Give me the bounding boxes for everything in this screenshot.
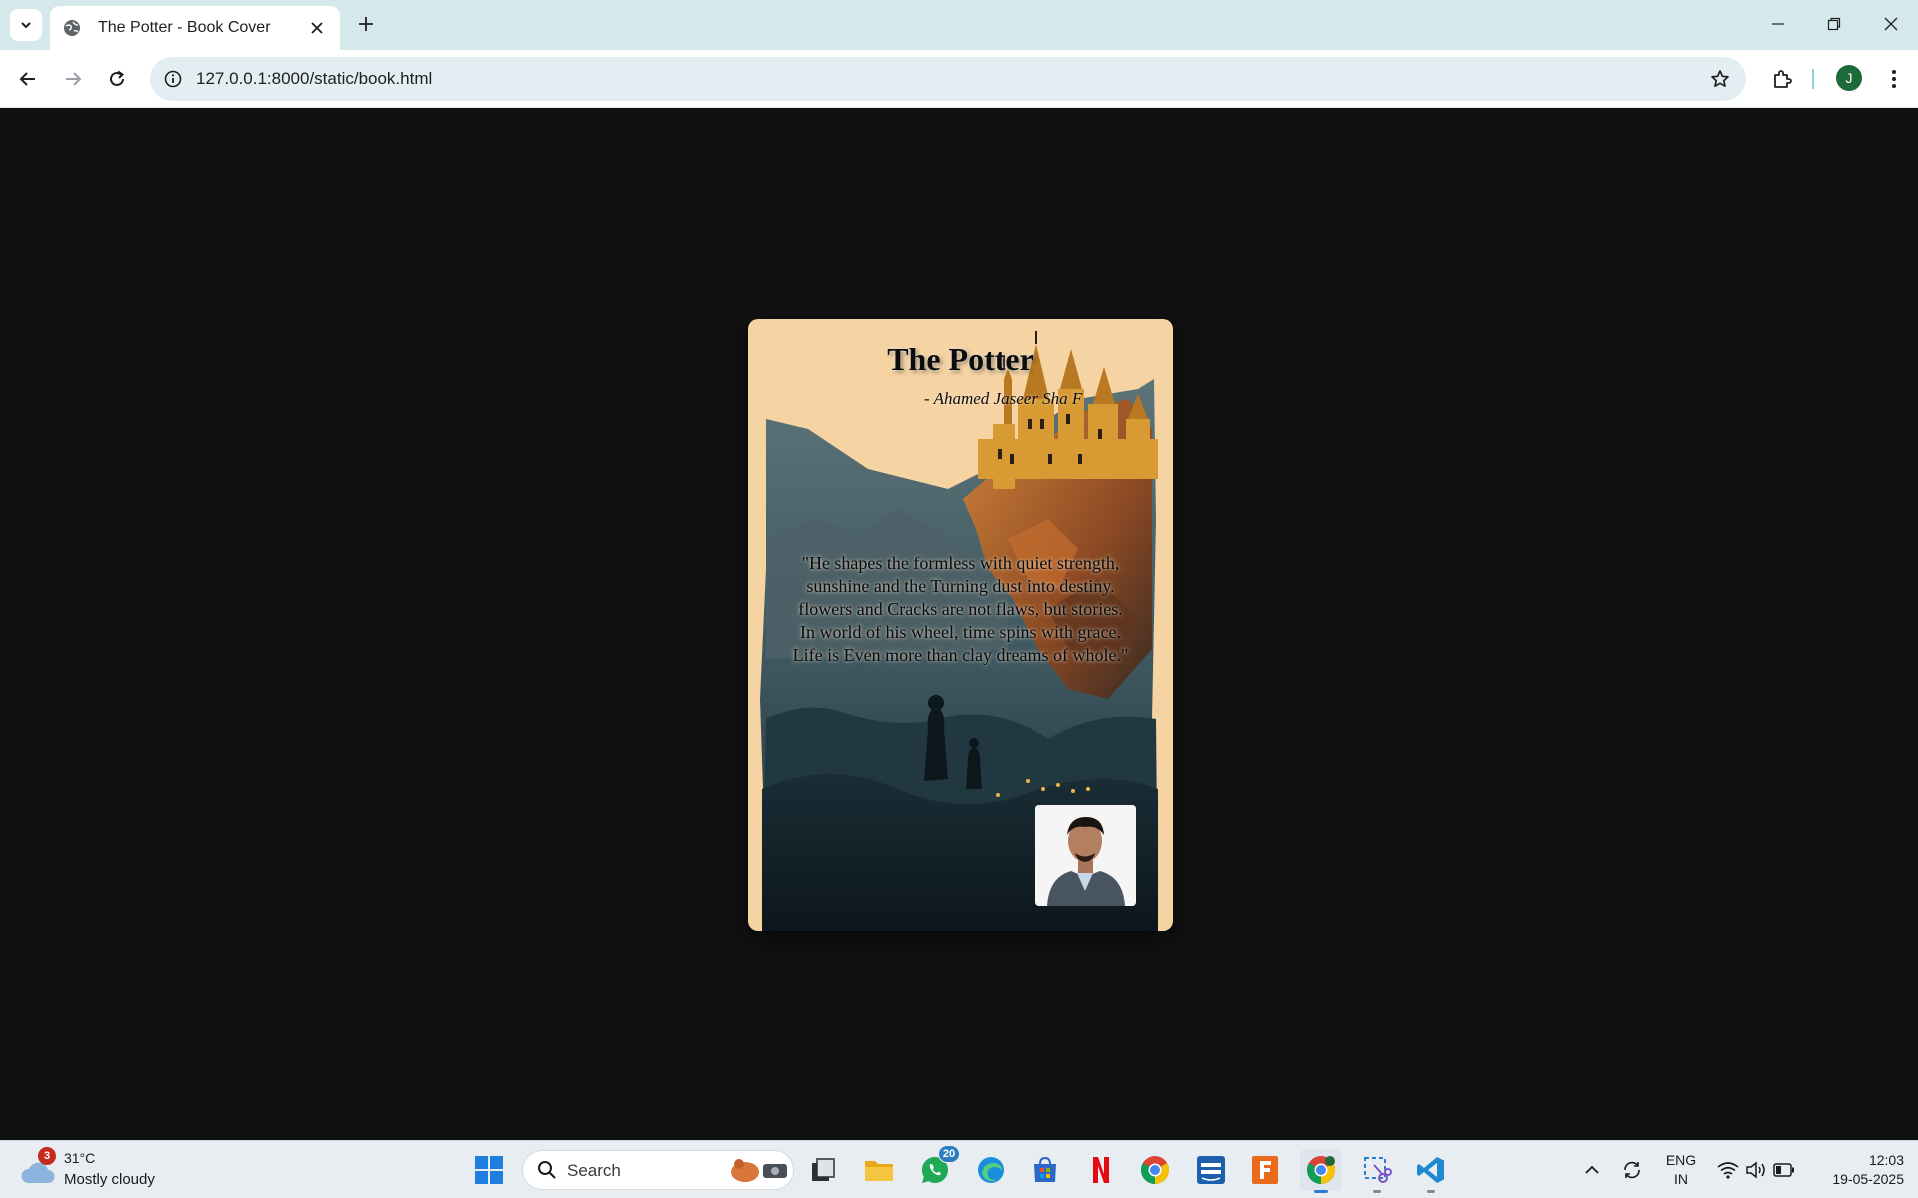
lang-line-1: ENG <box>1665 1152 1697 1168</box>
windows-start-icon <box>475 1156 503 1184</box>
minimize-button[interactable] <box>1760 6 1796 42</box>
browser-toolbar: 127.0.0.1:8000/static/book.html J <box>0 50 1918 108</box>
quote-line: flowers and Cracks are not flaws, but st… <box>798 599 1123 619</box>
profile-avatar[interactable]: J <box>1836 65 1862 91</box>
author-photo <box>1035 805 1136 906</box>
taskbar-store[interactable] <box>1024 1149 1066 1191</box>
minimize-icon <box>1772 23 1784 25</box>
close-icon[interactable] <box>306 17 328 39</box>
search-highlight-icon <box>731 1159 787 1182</box>
toolbar-separator <box>1812 69 1814 89</box>
weather-desc: Mostly cloudy <box>64 1171 155 1188</box>
url-text[interactable]: 127.0.0.1:8000/static/book.html <box>196 69 432 89</box>
close-window-button[interactable] <box>1873 6 1909 42</box>
volume-icon[interactable] <box>1744 1158 1768 1182</box>
chrome-icon <box>1307 1156 1335 1184</box>
edge-icon <box>978 1157 1004 1183</box>
new-tab-button[interactable] <box>352 10 380 38</box>
weather-widget[interactable]: 3 31°C Mostly cloudy <box>20 1147 200 1191</box>
quote-line: Life is Even more than clay dreams of wh… <box>792 645 1129 665</box>
chrome-icon <box>1141 1156 1169 1184</box>
taskbar-file-explorer[interactable] <box>858 1149 900 1191</box>
wifi-icon[interactable] <box>1716 1158 1740 1182</box>
kebab-menu-icon <box>1892 70 1896 88</box>
task-view-button[interactable] <box>802 1149 844 1191</box>
running-indicator <box>1427 1190 1435 1193</box>
tab-title: The Potter - Book Cover <box>98 19 271 36</box>
star-icon[interactable] <box>1708 67 1732 91</box>
back-button[interactable] <box>12 63 44 95</box>
book-title: The Potter <box>887 341 1034 377</box>
browser-tab[interactable]: The Potter - Book Cover <box>50 6 340 50</box>
clock-date: 19-05-2025 <box>1832 1171 1904 1187</box>
taskbar-fusion[interactable] <box>1244 1149 1286 1191</box>
quote-line: "He shapes the formless with quiet stren… <box>801 553 1120 573</box>
globe-icon <box>62 18 82 38</box>
close-icon <box>1884 17 1898 31</box>
search-icon <box>538 1161 556 1179</box>
forward-button[interactable] <box>57 63 89 95</box>
tab-strip: The Potter - Book Cover <box>0 0 1918 50</box>
taskbar-snipping-tool[interactable] <box>1356 1149 1398 1193</box>
address-bar[interactable]: 127.0.0.1:8000/static/book.html <box>150 57 1746 101</box>
forward-icon <box>66 72 82 86</box>
taskbar-prime-video[interactable] <box>1190 1149 1232 1191</box>
plus-icon <box>359 17 373 31</box>
sync-icon[interactable] <box>1620 1158 1644 1182</box>
file-explorer-icon <box>865 1161 893 1181</box>
info-icon[interactable] <box>162 68 184 90</box>
taskbar: 3 31°C Mostly cloudy Search 20 ENG IN 12… <box>0 1140 1918 1198</box>
taskbar-whatsapp[interactable]: 20 <box>914 1145 960 1191</box>
prime-video-icon <box>1197 1156 1225 1184</box>
search-label: Search <box>567 1161 621 1180</box>
taskbar-vscode[interactable] <box>1410 1149 1452 1193</box>
task-view-icon <box>812 1158 835 1181</box>
book-author: - Ahamed Jaseer Sha F <box>924 389 1083 408</box>
fusion-icon <box>1252 1156 1278 1184</box>
vscode-icon <box>1417 1157 1444 1183</box>
restore-icon <box>1827 17 1841 31</box>
lang-line-2: IN <box>1674 1171 1688 1187</box>
netflix-icon <box>1093 1157 1109 1183</box>
store-icon <box>1034 1156 1056 1182</box>
snipping-tool-icon <box>1364 1157 1392 1183</box>
weather-temp: 31°C <box>64 1150 96 1166</box>
reload-button[interactable] <box>101 63 133 95</box>
taskbar-chrome-active[interactable] <box>1300 1149 1342 1193</box>
start-button[interactable] <box>468 1149 510 1191</box>
taskbar-search[interactable]: Search <box>522 1150 794 1190</box>
back-icon <box>19 72 35 86</box>
extensions-button[interactable] <box>1766 63 1798 95</box>
whatsapp-badge: 20 <box>938 1145 960 1163</box>
reload-icon <box>110 70 125 86</box>
weather-badge: 3 <box>38 1147 56 1165</box>
book-cover: The Potter - Ahamed Jaseer Sha F "He sha… <box>748 319 1173 931</box>
page-viewport: The Potter - Ahamed Jaseer Sha F "He sha… <box>0 109 1918 1140</box>
tab-search-icon <box>21 22 31 29</box>
active-indicator <box>1314 1190 1328 1193</box>
chevron-up-icon[interactable] <box>1580 1158 1604 1182</box>
quote-line: sunshine and the Turning dust into desti… <box>806 576 1115 596</box>
book-quote: "He shapes the formless with quiet stren… <box>762 552 1159 667</box>
taskbar-edge[interactable] <box>970 1149 1012 1191</box>
tab-search-button[interactable] <box>10 9 42 41</box>
language-indicator[interactable]: ENG IN <box>1664 1151 1698 1189</box>
taskbar-netflix[interactable] <box>1080 1149 1122 1191</box>
extensions-icon <box>1774 70 1792 88</box>
clock[interactable]: 12:03 19-05-2025 <box>1814 1151 1904 1189</box>
taskbar-chrome[interactable] <box>1134 1149 1176 1191</box>
menu-button[interactable] <box>1878 63 1910 95</box>
quote-line: In world of his wheel, time spins with g… <box>800 622 1121 642</box>
restore-button[interactable] <box>1816 6 1852 42</box>
battery-icon[interactable] <box>1772 1158 1796 1182</box>
clock-time: 12:03 <box>1868 1152 1904 1168</box>
running-indicator <box>1373 1190 1381 1193</box>
